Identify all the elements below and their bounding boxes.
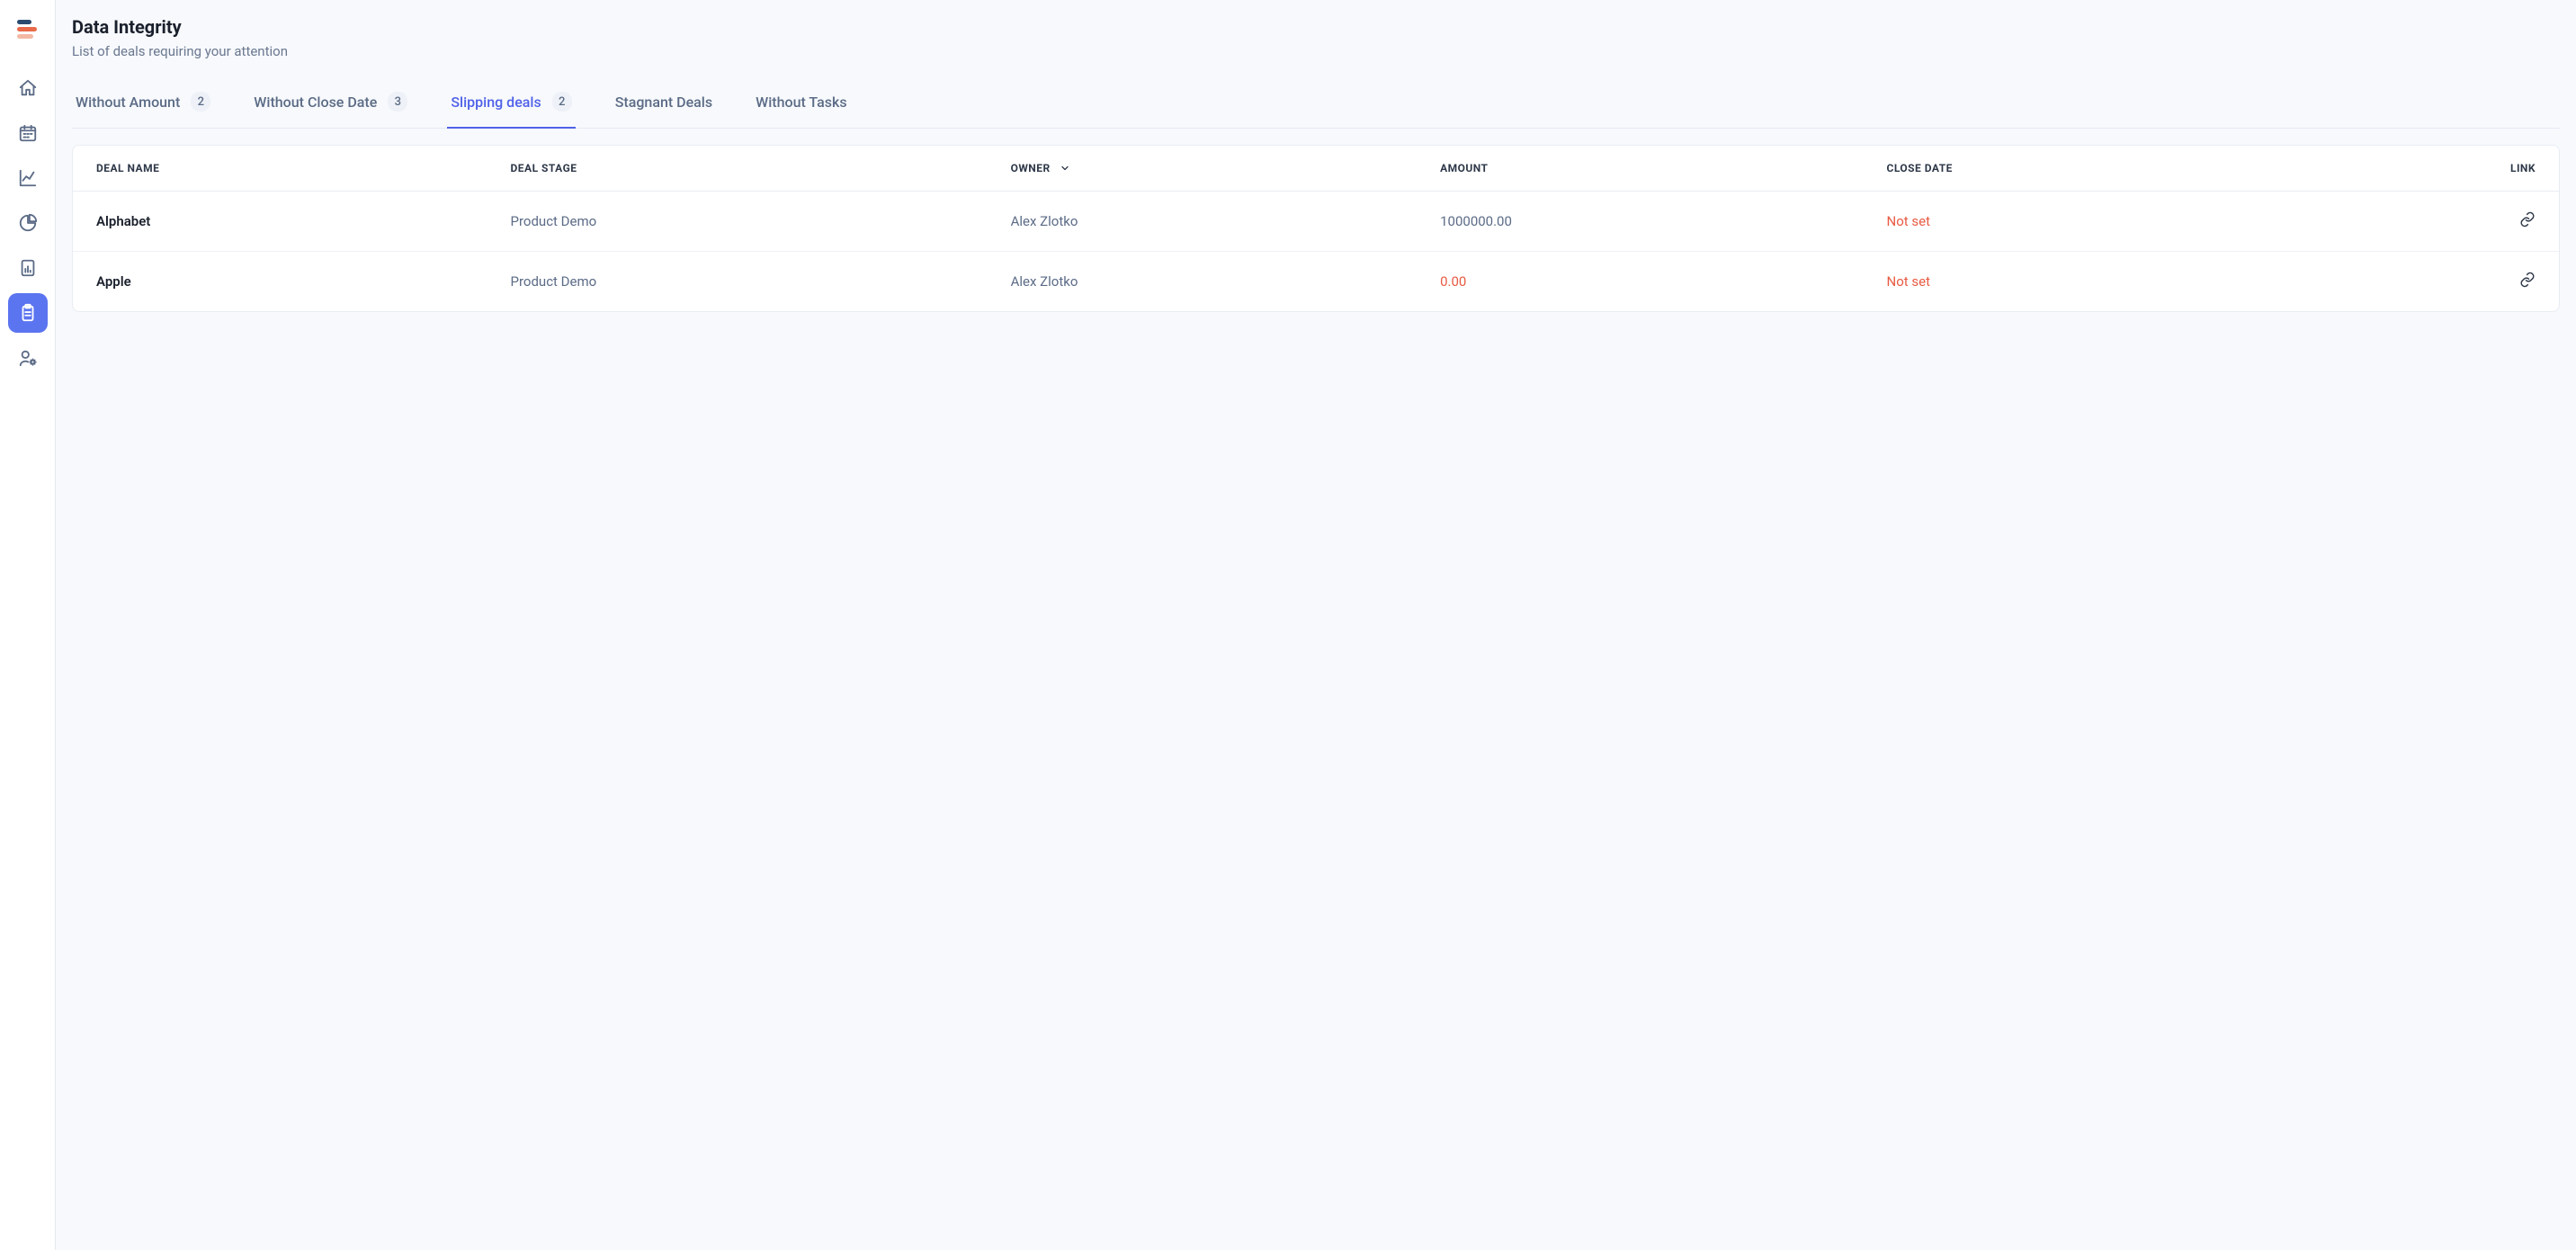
trend-icon xyxy=(18,168,38,188)
tab-without-tasks[interactable]: Without Tasks xyxy=(752,85,850,128)
table-row: AppleProduct DemoAlex Zlotko0.00Not set xyxy=(73,252,2559,312)
app-logo xyxy=(17,18,39,40)
table-row: AlphabetProduct DemoAlex Zlotko1000000.0… xyxy=(73,192,2559,252)
nav-home[interactable] xyxy=(8,68,48,108)
tab-badge: 2 xyxy=(191,92,210,112)
link-icon[interactable] xyxy=(2519,211,2536,228)
cell-deal-name: Apple xyxy=(73,252,487,312)
calendar-icon xyxy=(18,123,38,143)
cell-deal-stage: Product Demo xyxy=(487,192,988,252)
nav-trend[interactable] xyxy=(8,158,48,198)
col-deal-stage[interactable]: Deal Stage xyxy=(487,146,988,192)
tab-without-close-date[interactable]: Without Close Date 3 xyxy=(250,85,411,128)
cell-deal-stage: Product Demo xyxy=(487,252,988,312)
tab-label: Slipping deals xyxy=(451,94,541,111)
main-content: Data Integrity List of deals requiring y… xyxy=(56,0,2576,1250)
sidebar xyxy=(0,0,56,1250)
tab-slipping-deals[interactable]: Slipping deals 2 xyxy=(447,85,575,128)
nav-calendar[interactable] xyxy=(8,113,48,153)
col-deal-name[interactable]: Deal Name xyxy=(73,146,487,192)
nav-pie[interactable] xyxy=(8,203,48,243)
col-amount[interactable]: Amount xyxy=(1417,146,1863,192)
cell-link xyxy=(2288,192,2559,252)
deals-table: Deal Name Deal Stage Owner Amount Close … xyxy=(73,146,2559,311)
page-subtitle: List of deals requiring your attention xyxy=(72,43,2560,59)
tabs: Without Amount 2 Without Close Date 3 Slippi… xyxy=(72,85,2560,129)
tab-label: Without Close Date xyxy=(254,94,377,111)
cell-owner: Alex Zlotko xyxy=(988,192,1418,252)
page-title: Data Integrity xyxy=(72,16,2560,38)
tab-label: Stagnant Deals xyxy=(615,94,712,111)
report-icon xyxy=(18,258,38,278)
cell-close-date: Not set xyxy=(1864,192,2288,252)
clipboard-icon xyxy=(18,303,38,323)
tab-label: Without Amount xyxy=(76,94,180,111)
nav-user-settings[interactable] xyxy=(8,338,48,378)
tab-badge: 3 xyxy=(388,92,407,112)
user-gear-icon xyxy=(18,348,38,368)
col-link: Link xyxy=(2288,146,2559,192)
cell-amount: 0.00 xyxy=(1417,252,1863,312)
pie-chart-icon xyxy=(18,213,38,233)
tab-label: Without Tasks xyxy=(756,94,846,111)
cell-link xyxy=(2288,252,2559,312)
chevron-down-icon xyxy=(1060,163,1070,174)
tab-stagnant-deals[interactable]: Stagnant Deals xyxy=(612,85,716,128)
tab-badge: 2 xyxy=(552,92,572,112)
nav-data-integrity[interactable] xyxy=(8,293,48,333)
cell-deal-name: Alphabet xyxy=(73,192,487,252)
col-owner-label: Owner xyxy=(1011,162,1051,174)
nav-report[interactable] xyxy=(8,248,48,288)
home-icon xyxy=(18,78,38,98)
col-close-date[interactable]: Close Date xyxy=(1864,146,2288,192)
col-owner[interactable]: Owner xyxy=(988,146,1418,192)
tab-without-amount[interactable]: Without Amount 2 xyxy=(72,85,214,128)
cell-close-date: Not set xyxy=(1864,252,2288,312)
link-icon[interactable] xyxy=(2519,272,2536,288)
cell-amount: 1000000.00 xyxy=(1417,192,1863,252)
cell-owner: Alex Zlotko xyxy=(988,252,1418,312)
deals-table-card: Deal Name Deal Stage Owner Amount Close … xyxy=(72,145,2560,312)
